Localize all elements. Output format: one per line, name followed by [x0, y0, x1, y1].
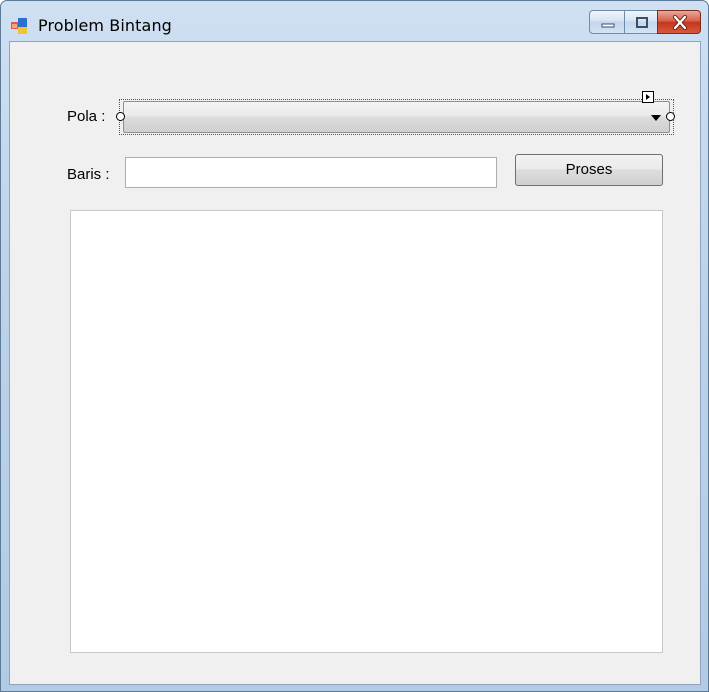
window-title: Problem Bintang [38, 16, 172, 35]
proses-button[interactable]: Proses [515, 154, 663, 186]
maximize-button[interactable] [624, 10, 658, 34]
close-button[interactable] [657, 10, 701, 34]
title-bar[interactable]: Problem Bintang [1, 1, 708, 41]
resize-handle-right[interactable] [666, 112, 675, 121]
form-client-area: Pola : Baris : Proses [9, 41, 701, 685]
smart-tag-icon[interactable] [642, 91, 654, 103]
pola-label: Pola : [67, 108, 106, 125]
chevron-down-icon[interactable] [651, 115, 661, 121]
output-textarea[interactable] [70, 210, 663, 653]
minimize-button[interactable] [589, 10, 625, 34]
windows-form-icon [11, 18, 27, 34]
caption-buttons [589, 10, 701, 38]
baris-label: Baris : [67, 166, 110, 183]
app-window: Problem Bintang Pola: Baris: Proses [0, 0, 709, 692]
resize-handle-left[interactable] [116, 112, 125, 121]
baris-input[interactable] [125, 157, 497, 188]
pola-combobox[interactable] [123, 101, 670, 133]
